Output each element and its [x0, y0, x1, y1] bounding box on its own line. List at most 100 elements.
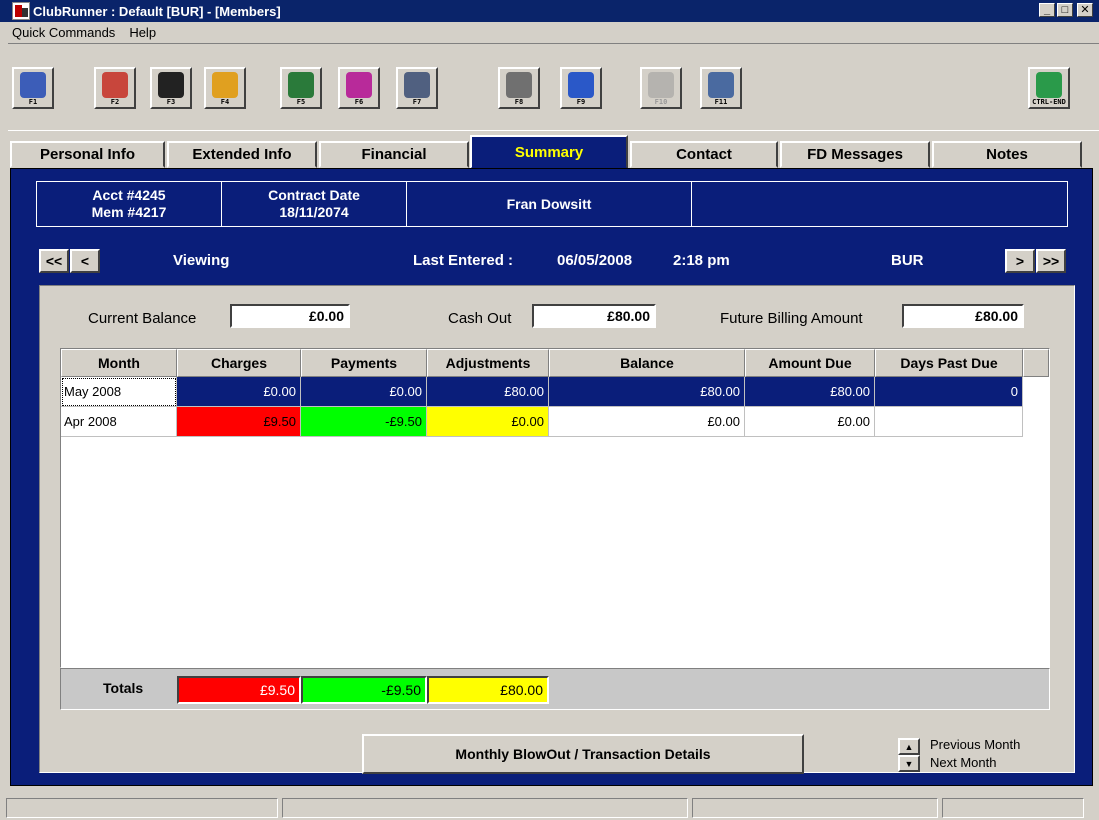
view-document-icon: [20, 72, 46, 98]
exit-door-icon: [1036, 72, 1062, 98]
tab-financial[interactable]: Financial: [319, 141, 469, 168]
minimize-button[interactable]: _: [1039, 3, 1055, 17]
cell-month[interactable]: Apr 2008: [61, 407, 177, 437]
totals-label: Totals: [103, 680, 144, 696]
toolbar-button-f4[interactable]: F4: [204, 67, 246, 109]
monthly-blowout-button[interactable]: Monthly BlowOut / Transaction Details: [362, 734, 804, 774]
cell-days-past-due[interactable]: [875, 407, 1023, 437]
toolbar-button-f11[interactable]: F11: [700, 67, 742, 109]
window-controls: _ □ ✕: [1039, 3, 1093, 17]
tab-summary[interactable]: Summary: [470, 135, 628, 169]
member-number: Mem #4217: [91, 204, 167, 220]
member-name: Fran Dowsitt: [407, 182, 692, 226]
balance-panel: Current Balance £0.00 Cash Out £80.00 Fu…: [39, 285, 1075, 774]
shortcut-key-label: F4: [220, 98, 230, 106]
current-balance-label: Current Balance: [88, 310, 197, 327]
column-header-month[interactable]: Month: [61, 349, 177, 377]
cell-adjustments[interactable]: £80.00: [427, 377, 549, 407]
menu-help[interactable]: Help: [129, 25, 156, 40]
toolbar-button-f3[interactable]: F3: [150, 67, 192, 109]
bar-chart-icon: [346, 72, 372, 98]
cell-month[interactable]: May 2008: [61, 377, 177, 407]
previous-month-label: Previous Month: [930, 737, 1021, 752]
tab-notes[interactable]: Notes: [932, 141, 1082, 168]
toolbar-button-ctrl-end[interactable]: CTRL-END: [1028, 67, 1070, 109]
status-pane: [942, 798, 1084, 818]
menu-quick-commands[interactable]: Quick Commands: [12, 25, 115, 40]
shortcut-key-label: F11: [714, 98, 728, 106]
shortcut-key-label: F6: [354, 98, 364, 106]
shortcut-key-label: F10: [654, 98, 668, 106]
cell-payments[interactable]: £0.00: [301, 377, 427, 407]
cash-out-field: £80.00: [532, 304, 656, 328]
last-record-button[interactable]: >>: [1036, 249, 1066, 273]
tab-contact[interactable]: Contact: [630, 141, 778, 168]
shortcut-key-label: F3: [166, 98, 176, 106]
shortcut-key-label: F7: [412, 98, 422, 106]
tab-fd-messages[interactable]: FD Messages: [780, 141, 930, 168]
cell-balance[interactable]: £0.00: [549, 407, 745, 437]
last-entered-label: Last Entered :: [413, 252, 514, 269]
previous-month-arrow-icon[interactable]: ▲: [898, 738, 920, 755]
cell-days-past-due[interactable]: 0: [875, 377, 1023, 407]
table-header: Month Charges Payments Adjustments Balan…: [61, 349, 1049, 377]
column-header-payments[interactable]: Payments: [301, 349, 427, 377]
toolbar-button-f6[interactable]: F6: [338, 67, 380, 109]
toolbar-button-f8[interactable]: F8: [498, 67, 540, 109]
tab-extended-info[interactable]: Extended Info: [167, 141, 317, 168]
cell-charges[interactable]: £9.50: [177, 407, 301, 437]
shortcut-key-label: F1: [28, 98, 38, 106]
contract-info: Contract Date 18/11/2074: [222, 182, 407, 226]
last-entered-time: 2:18 pm: [673, 252, 730, 269]
cell-payments[interactable]: -£9.50: [301, 407, 427, 437]
tab-personal-info[interactable]: Personal Info: [10, 141, 165, 168]
monthly-summary-table[interactable]: Month Charges Payments Adjustments Balan…: [60, 348, 1050, 669]
menu-bar: Quick Commands Help: [0, 22, 1099, 42]
toolbar-button-f10[interactable]: F10: [640, 67, 682, 109]
future-billing-field: £80.00: [902, 304, 1024, 328]
toolbar-button-f1[interactable]: F1: [12, 67, 54, 109]
totals-bar: Totals £9.50 -£9.50 £80.00: [60, 668, 1050, 710]
toolbar-button-f2[interactable]: F2: [94, 67, 136, 109]
cash-out-label: Cash Out: [448, 310, 512, 327]
table-row[interactable]: May 2008 £0.00 £0.00 £80.00 £80.00 £80.0…: [61, 377, 1049, 407]
month-spinner-labels: Previous Month Next Month: [930, 736, 1020, 772]
next-month-label: Next Month: [930, 755, 997, 770]
cell-amount-due[interactable]: £80.00: [745, 377, 875, 407]
toolbar-button-f7[interactable]: F7: [396, 67, 438, 109]
column-header-days-past-due[interactable]: Days Past Due: [875, 349, 1023, 377]
toolbar: F1 F2 F3 F4 F5 F6 F7 F8 F9 F10 F11 CTRL-END: [8, 43, 1099, 131]
first-record-button[interactable]: <<: [39, 249, 69, 273]
title-bar: ClubRunner : Default [BUR] - [Members] _…: [0, 0, 1099, 22]
total-adjustments: £80.00: [427, 676, 549, 704]
next-month-arrow-icon[interactable]: ▼: [898, 755, 920, 772]
column-header-balance[interactable]: Balance: [549, 349, 745, 377]
status-pane: [282, 798, 688, 818]
window-title: ClubRunner : Default [BUR] - [Members]: [33, 3, 281, 19]
table-row[interactable]: Apr 2008 £9.50 -£9.50 £0.00 £0.00 £0.00: [61, 407, 1049, 437]
person-highlight-icon: [212, 72, 238, 98]
header-extra: [692, 182, 1067, 226]
account-info: Acct #4245 Mem #4217: [37, 182, 222, 226]
toolbar-button-f9[interactable]: F9: [560, 67, 602, 109]
cell-adjustments[interactable]: £0.00: [427, 407, 549, 437]
table-scroll-area: [1023, 377, 1049, 669]
status-bar: [0, 796, 1099, 820]
next-record-button[interactable]: >: [1005, 249, 1035, 273]
toolbar-button-f5[interactable]: F5: [280, 67, 322, 109]
column-header-amount-due[interactable]: Amount Due: [745, 349, 875, 377]
maximize-button[interactable]: □: [1057, 3, 1073, 17]
cell-charges[interactable]: £0.00: [177, 377, 301, 407]
cash-register-icon: [568, 72, 594, 98]
column-header-charges[interactable]: Charges: [177, 349, 301, 377]
close-button[interactable]: ✕: [1077, 3, 1093, 17]
contract-date: 18/11/2074: [279, 204, 349, 220]
cell-balance[interactable]: £80.00: [549, 377, 745, 407]
shortcut-key-label: F2: [110, 98, 120, 106]
month-spinner: ▲ ▼: [898, 738, 920, 774]
cell-amount-due[interactable]: £0.00: [745, 407, 875, 437]
column-header-spacer: [1023, 349, 1049, 377]
mode-status: Viewing: [173, 252, 230, 269]
previous-record-button[interactable]: <: [70, 249, 100, 273]
column-header-adjustments[interactable]: Adjustments: [427, 349, 549, 377]
